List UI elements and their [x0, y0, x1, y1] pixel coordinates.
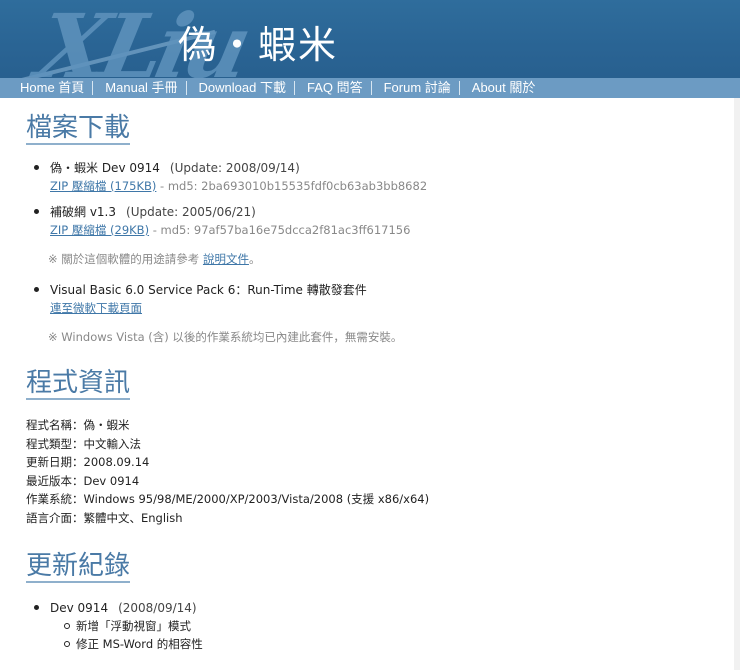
header-banner: XLiu 偽・蝦米 — [0, 0, 740, 78]
nav-download[interactable]: Download 下載 — [187, 81, 295, 95]
vista-note: ※ Windows Vista (含) 以後的作業系統均已內建此套件，無需安裝。 — [48, 330, 403, 344]
note-suffix: 。 — [248, 252, 261, 266]
item-download-row: 連至微軟下載頁面 — [50, 299, 716, 317]
download-item-patch: 補破網 v1.3 (Update: 2005/06/21) ZIP 壓縮檔 (29… — [32, 203, 716, 239]
nav-faq[interactable]: FAQ 問答 — [295, 81, 372, 95]
manual-link[interactable]: 說明文件 — [203, 252, 249, 266]
item-update-date: (Update: 2008/09/14) — [169, 161, 300, 175]
info-line: 更新日期：2008.09.14 — [26, 455, 150, 470]
list-item: 新增「浮動視窗」模式 — [64, 617, 716, 635]
item-title: 補破網 v1.3 (Update: 2005/06/21) — [50, 203, 716, 221]
item-name: 偽・蝦米 Dev 0914 — [50, 161, 160, 175]
nav-manual[interactable]: Manual 手冊 — [93, 81, 187, 95]
download-item-xiami: 偽・蝦米 Dev 0914 (Update: 2008/09/14) ZIP 壓縮… — [32, 159, 716, 195]
info-line: 程式類型：中文輸入法 — [26, 436, 141, 451]
brand-title: 偽・蝦米 — [178, 23, 339, 67]
version-name: Dev 0914 — [50, 600, 109, 615]
list-item: 修正 MS-Word 的相容性 — [64, 635, 716, 653]
nav-forum[interactable]: Forum 討論 — [372, 81, 460, 95]
info-line: 作業系統：Windows 95/98/ME/2000/XP/2003/Vista… — [26, 492, 430, 507]
download-heading: 檔案下載 — [26, 112, 131, 145]
changelog-version: Dev 0914 (2008/09/14) 新增「浮動視窗」模式 修正 MS-Wo… — [32, 599, 716, 653]
download-list: 偽・蝦米 Dev 0914 (Update: 2008/09/14) ZIP 壓縮… — [26, 159, 716, 239]
item-download-row: ZIP 壓縮檔 (29KB) - md5: 97af57ba16e75dcca2… — [50, 221, 716, 239]
item-update-date: (Update: 2005/06/21) — [126, 205, 256, 219]
zip-download-link[interactable]: ZIP 壓縮檔 (175KB) — [50, 179, 156, 193]
changelog-list: Dev 0914 (2008/09/14) 新增「浮動視窗」模式 修正 MS-Wo… — [26, 599, 716, 653]
nav-about[interactable]: About 關於 — [460, 81, 544, 95]
usage-note: ※ 關於這個軟體的用途請參考 說明文件。 — [48, 251, 716, 267]
change-items: 新增「浮動視窗」模式 修正 MS-Word 的相容性 — [50, 617, 716, 653]
md5-hash: - md5: 97af57ba16e75dcca2f81ac3ff617156 — [149, 223, 411, 237]
microsoft-download-link[interactable]: 連至微軟下載頁面 — [50, 301, 142, 315]
download-item-vb-runtime: Visual Basic 6.0 Service Pack 6：Run-Time… — [32, 281, 716, 317]
info-line: 語言介面：繁體中文、English — [26, 510, 183, 525]
note-text: ※ 關於這個軟體的用途請參考 — [48, 252, 203, 266]
md5-hash: - md5: 2ba693010b15535fdf0cb63ab3bb8682 — [156, 179, 428, 193]
runtime-list: Visual Basic 6.0 Service Pack 6：Run-Time… — [26, 281, 716, 317]
program-info: 程式名稱：偽・蝦米 程式類型：中文輸入法 更新日期：2008.09.14 最近版… — [26, 416, 716, 528]
changelog-heading: 更新紀錄 — [26, 550, 131, 583]
item-name: Visual Basic 6.0 Service Pack 6：Run-Time… — [50, 283, 367, 297]
item-download-row: ZIP 壓縮檔 (175KB) - md5: 2ba693010b15535fd… — [50, 177, 716, 195]
item-title: 偽・蝦米 Dev 0914 (Update: 2008/09/14) — [50, 159, 716, 177]
info-line: 最近版本：Dev 0914 — [26, 473, 140, 488]
version-date: (2008/09/14) — [118, 600, 197, 615]
nav-home[interactable]: Home 首頁 — [0, 81, 94, 95]
main-content: 檔案下載 偽・蝦米 Dev 0914 (Update: 2008/09/14) Z… — [26, 112, 716, 653]
scrollbar[interactable] — [734, 98, 740, 670]
info-heading: 程式資訊 — [26, 367, 131, 400]
zip-download-link[interactable]: ZIP 壓縮檔 (29KB) — [50, 223, 149, 237]
main-nav: Home 首頁 Manual 手冊 Download 下載 FAQ 問答 For… — [0, 78, 740, 98]
item-name: 補破網 v1.3 — [50, 205, 117, 219]
info-line: 程式名稱：偽・蝦米 — [26, 418, 130, 432]
